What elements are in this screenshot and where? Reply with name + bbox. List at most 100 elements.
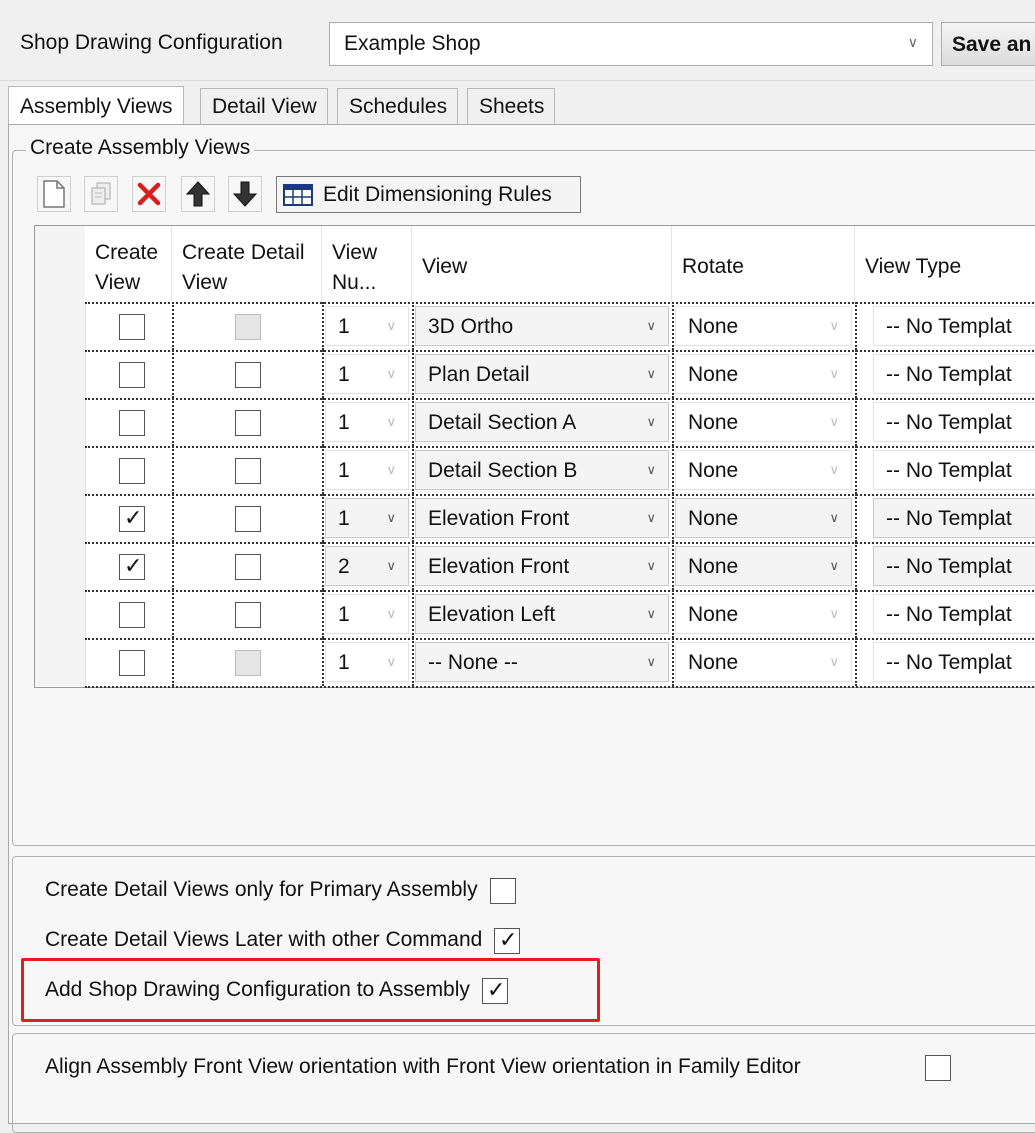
view-type-dropdown[interactable]: -- No Templat [873, 498, 1035, 538]
view-number-dropdown[interactable]: 1 ∨ [325, 594, 409, 634]
view-number-dropdown[interactable]: 1 ∨ [325, 306, 409, 346]
config-dropdown[interactable]: Example Shop ∨ [329, 22, 933, 66]
chevron-down-icon: ∨ [829, 366, 839, 381]
view-type-dropdown[interactable]: -- No Templat [873, 642, 1035, 682]
row-selector[interactable] [35, 494, 86, 542]
move-down-button[interactable] [228, 176, 262, 212]
move-up-icon [185, 181, 211, 207]
view-number-value: 1 [338, 459, 350, 482]
tab-detail-view[interactable]: Detail View [200, 88, 328, 124]
header-create-view[interactable]: Create View [85, 226, 172, 302]
view-number-dropdown[interactable]: 1 ∨ [325, 642, 409, 682]
view-dropdown[interactable]: Detail Section B ∨ [415, 450, 669, 490]
view-number-dropdown[interactable]: 1 ∨ [325, 450, 409, 490]
view-type-dropdown[interactable]: -- No Templat [873, 450, 1035, 490]
view-dropdown[interactable]: Detail Section A ∨ [415, 402, 669, 442]
view-dropdown[interactable]: Elevation Left ∨ [415, 594, 669, 634]
view-dropdown[interactable]: -- None -- ∨ [415, 642, 669, 682]
view-value: 3D Ortho [428, 315, 514, 338]
edit-dimensioning-rules-label: Edit Dimensioning Rules [323, 182, 552, 206]
view-type-dropdown[interactable]: -- No Templat [873, 546, 1035, 586]
row-selector[interactable] [35, 302, 86, 350]
create-view-checkbox[interactable] [119, 650, 145, 676]
view-type-dropdown[interactable]: -- No Templat [873, 594, 1035, 634]
option-checkbox[interactable]: ✓ [494, 927, 520, 954]
config-dropdown-value: Example Shop [344, 32, 481, 55]
create-view-checkbox[interactable]: ✓ [119, 505, 145, 532]
row-selector[interactable] [35, 446, 86, 494]
row-selector[interactable] [35, 542, 86, 590]
tab-schedules[interactable]: Schedules [337, 88, 459, 124]
create-view-checkbox[interactable] [119, 410, 145, 436]
align-option-checkbox[interactable] [925, 1055, 951, 1081]
chevron-down-icon: ∨ [386, 366, 396, 381]
create-view-checkbox[interactable] [119, 458, 145, 484]
view-number-dropdown[interactable]: 1 ∨ [325, 402, 409, 442]
create-detail-view-checkbox[interactable] [235, 506, 261, 532]
row-divider [85, 686, 1035, 688]
header-view[interactable]: View [412, 226, 672, 302]
tab-sheets[interactable]: Sheets [467, 88, 556, 124]
view-dropdown[interactable]: Plan Detail ∨ [415, 354, 669, 394]
view-number-value: 1 [338, 603, 350, 626]
create-view-checkbox[interactable] [119, 362, 145, 388]
delete-button[interactable] [132, 176, 166, 212]
rotate-dropdown[interactable]: None ∨ [675, 450, 852, 490]
rotate-dropdown[interactable]: None ∨ [675, 546, 852, 586]
checkmark-icon: ✓ [499, 927, 518, 952]
header-create-detail-view[interactable]: Create Detail View [172, 226, 322, 302]
create-detail-view-checkbox[interactable] [235, 362, 261, 388]
view-value: Elevation Front [428, 555, 570, 578]
cell-divider [322, 446, 324, 494]
rotate-dropdown[interactable]: None ∨ [675, 642, 852, 682]
header-view-type[interactable]: View Type [855, 226, 1035, 302]
save-button[interactable]: Save an [941, 22, 1035, 66]
view-dropdown[interactable]: Elevation Front ∨ [415, 498, 669, 538]
create-view-checkbox[interactable] [119, 602, 145, 628]
row-selector[interactable] [35, 350, 86, 398]
rotate-dropdown[interactable]: None ∨ [675, 306, 852, 346]
chevron-down-icon: ∨ [829, 606, 839, 621]
view-dropdown[interactable]: Elevation Front ∨ [415, 546, 669, 586]
new-button[interactable] [37, 176, 71, 212]
move-up-button[interactable] [181, 176, 215, 212]
view-number-dropdown[interactable]: 1 ∨ [325, 498, 409, 538]
rotate-value: None [688, 459, 739, 482]
view-type-dropdown[interactable]: -- No Templat [873, 402, 1035, 442]
cell-divider [172, 494, 174, 542]
view-number-value: 1 [338, 315, 350, 338]
tab-assembly-views[interactable]: Assembly Views [8, 86, 184, 126]
create-detail-view-checkbox[interactable] [235, 650, 261, 676]
edit-dimensioning-rules-button[interactable]: Edit Dimensioning Rules [276, 176, 581, 213]
row-selector[interactable] [35, 398, 86, 446]
create-detail-view-checkbox[interactable] [235, 410, 261, 436]
create-detail-view-checkbox[interactable] [235, 314, 261, 340]
rotate-dropdown[interactable]: None ∨ [675, 594, 852, 634]
create-detail-view-checkbox[interactable] [235, 602, 261, 628]
create-view-checkbox[interactable] [119, 314, 145, 340]
view-value: -- None -- [428, 651, 518, 674]
row-divider [85, 494, 1035, 496]
rotate-dropdown[interactable]: None ∨ [675, 402, 852, 442]
cell-divider [855, 446, 857, 494]
view-number-dropdown[interactable]: 1 ∨ [325, 354, 409, 394]
view-number-dropdown[interactable]: 2 ∨ [325, 546, 409, 586]
row-selector[interactable] [35, 590, 86, 638]
view-number-value: 1 [338, 411, 350, 434]
copy-button[interactable] [84, 176, 118, 212]
row-selector[interactable] [35, 638, 86, 686]
header-rotate[interactable]: Rotate [672, 226, 855, 302]
view-dropdown[interactable]: 3D Ortho ∨ [415, 306, 669, 346]
header-view-number[interactable]: View Nu... [322, 226, 412, 302]
view-type-dropdown[interactable]: -- No Templat [873, 306, 1035, 346]
cell-divider [855, 302, 857, 350]
rotate-dropdown[interactable]: None ∨ [675, 498, 852, 538]
option-checkbox[interactable] [490, 878, 516, 904]
create-detail-view-checkbox[interactable] [235, 554, 261, 580]
rotate-dropdown[interactable]: None ∨ [675, 354, 852, 394]
chevron-down-icon: ∨ [646, 606, 656, 621]
create-view-checkbox[interactable]: ✓ [119, 553, 145, 580]
create-detail-view-checkbox[interactable] [235, 458, 261, 484]
chevron-down-icon: ∨ [386, 462, 396, 477]
view-type-dropdown[interactable]: -- No Templat [873, 354, 1035, 394]
